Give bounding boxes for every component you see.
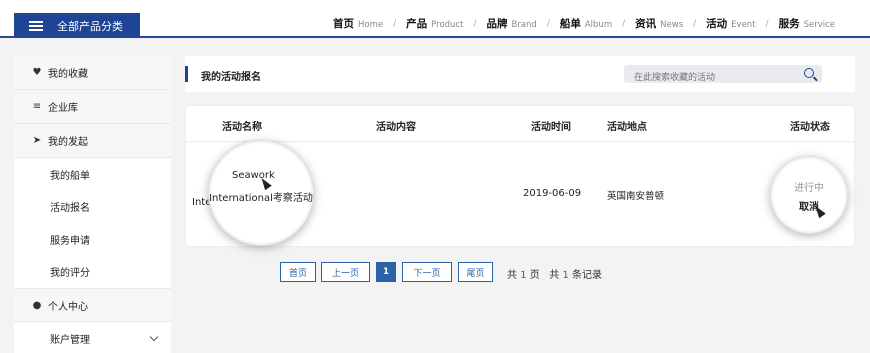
nav-separator: / [473,18,477,29]
column-header-status: 活动状态 [790,122,830,133]
content-title-bar: 我的活动报名 [185,56,855,92]
hamburger-menu-icon [29,20,43,31]
chevron-down-icon [149,332,159,342]
header-divider [186,141,854,142]
pagination-first-button[interactable]: 首页 [280,262,316,282]
nav-service[interactable]: 服务 Service [779,16,835,31]
heart-icon: ♥ [32,67,42,78]
nav-product[interactable]: 产品 Product [406,16,463,31]
sidebar-item-label: 我的收藏 [48,69,88,80]
event-name-line2[interactable]: International考察活动 [209,189,313,204]
sidebar-item-label: 企业库 [48,103,78,114]
sidebar-item-my-ship-list[interactable]: 我的船单 [14,158,171,191]
paper-plane-icon: ➤ [32,135,42,146]
sidebar-item-personal-center[interactable]: ● 个人中心 [14,288,171,322]
pagination-info: 共 1 页 共 1 条记录 [507,270,603,281]
sidebar-item-label: 我的评分 [50,268,90,280]
column-header-content: 活动内容 [376,122,416,133]
nav-separator: / [393,18,397,29]
nav-separator: / [765,18,769,29]
nav-brand[interactable]: 品牌 Brand [486,16,536,31]
sidebar-item-my-ratings[interactable]: 我的评分 [14,255,171,288]
pagination-next-button[interactable]: 下一页 [402,262,452,282]
pagination-last-button[interactable]: 尾页 [458,262,493,282]
sidebar-item-service-request[interactable]: 服务申请 [14,223,171,256]
pagination-prev-button[interactable]: 上一页 [321,262,370,282]
sidebar: ♥ 我的收藏 ≡ 企业库 ➤ 我的发起 我的船单 活动报名 服务申请 我的评分 … [14,56,171,353]
status-badge: 进行中 [794,183,824,194]
event-name-line1[interactable]: Seawork [232,170,275,181]
sidebar-item-label: 活动报名 [50,203,90,215]
magnifier-event-name: Seawork International考察活动 [209,141,313,245]
sidebar-item-favorites[interactable]: ♥ 我的收藏 [14,56,171,90]
total-records: 1 [562,270,569,281]
event-location: 英国南安普顿 [607,191,665,202]
title-accent-bar [185,66,188,82]
top-header: 全部产品分类 首页 Home / 产品 Product / 品牌 Brand / 船单… [0,0,870,38]
column-header-name: 活动名称 [222,122,262,133]
nav-event[interactable]: 活动 Event [706,16,755,31]
sidebar-item-account-management[interactable]: 账户管理 [14,322,171,353]
sidebar-item-label: 我的发起 [48,137,88,148]
sidebar-item-company-library[interactable]: ≡ 企业库 [14,90,171,124]
user-icon: ● [32,299,42,311]
sidebar-item-label: 我的船单 [50,170,90,182]
list-icon: ≡ [32,101,42,112]
sidebar-item-label: 服务申请 [50,235,90,247]
sidebar-item-label: 账户管理 [50,334,90,346]
main-nav: 首页 Home / 产品 Product / 品牌 Brand / 船单 Album /… [333,16,835,31]
pagination-page-1[interactable]: 1 [376,262,396,282]
magnifier-event-status: 进行中 取消 [771,157,847,233]
nav-separator: / [622,18,626,29]
cancel-button[interactable]: 取消 [771,198,847,213]
nav-separator: / [693,18,697,29]
search-box [624,65,822,87]
nav-news[interactable]: 资讯 News [635,16,683,31]
sidebar-item-event-registration[interactable]: 活动报名 [14,190,171,223]
search-input[interactable] [624,69,794,87]
column-header-location: 活动地点 [607,122,647,133]
column-header-time: 活动时间 [531,122,571,133]
event-time: 2019-06-09 [523,188,582,199]
sidebar-item-my-initiated[interactable]: ➤ 我的发起 [14,124,171,158]
total-pages: 1 [520,270,527,281]
sidebar-item-label: 个人中心 [48,301,88,313]
search-icon[interactable] [804,68,814,78]
nav-home[interactable]: 首页 Home [333,16,383,31]
all-categories-label: 全部产品分类 [57,19,123,33]
nav-separator: / [546,18,550,29]
nav-album[interactable]: 船单 Album [560,16,612,31]
page-title: 我的活动报名 [201,72,261,83]
all-categories-button[interactable]: 全部产品分类 [14,13,140,38]
